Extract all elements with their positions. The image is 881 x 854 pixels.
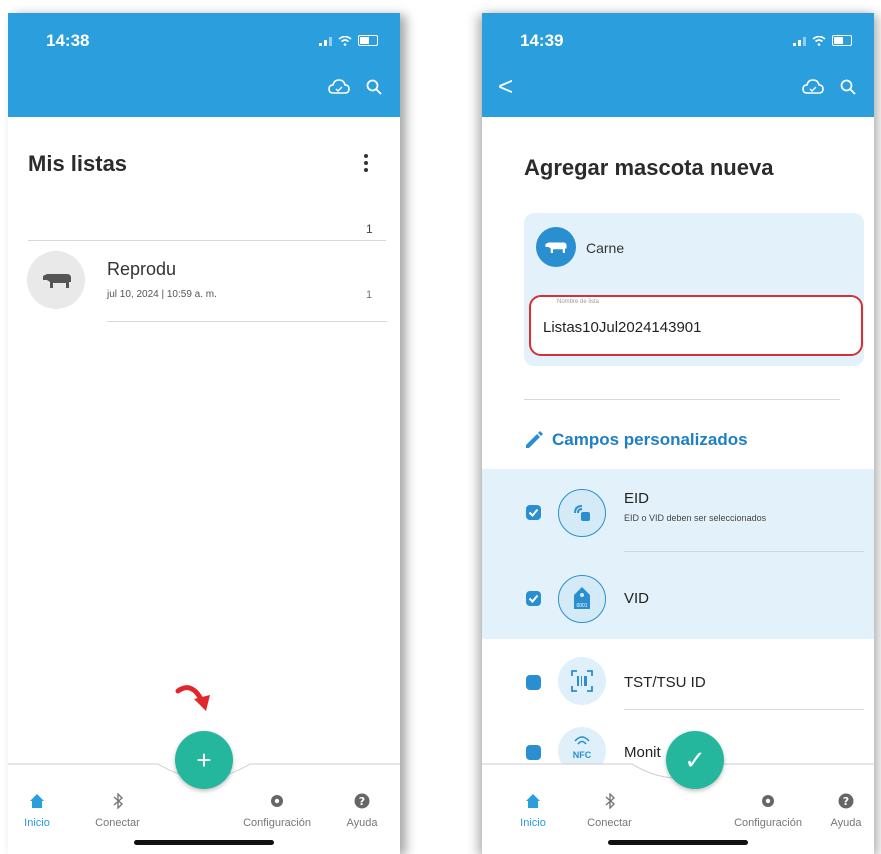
nav-configuracion[interactable]: Configuración bbox=[237, 793, 317, 829]
species-label: Carne bbox=[586, 240, 625, 256]
home-indicator bbox=[134, 840, 274, 845]
search-icon[interactable] bbox=[366, 79, 382, 95]
divider bbox=[107, 321, 387, 322]
checkbox-tst[interactable] bbox=[526, 675, 541, 690]
back-button[interactable]: < bbox=[498, 73, 513, 99]
barcode-icon bbox=[558, 657, 606, 705]
nav-label: Ayuda bbox=[830, 817, 862, 829]
gear-icon bbox=[762, 795, 774, 807]
cow-icon bbox=[43, 274, 71, 288]
nav-label: Ayuda bbox=[346, 817, 378, 829]
phone-agregar-mascota: 14:39 < Agregar mascota nueva Carne Nomb… bbox=[482, 13, 874, 854]
nav-label: Configuración bbox=[734, 817, 802, 829]
list-item[interactable]: Reprodu jul 10, 2024 | 10:59 a. m. 1 bbox=[8, 243, 400, 323]
cow-avatar bbox=[27, 251, 85, 309]
home-indicator bbox=[608, 840, 748, 845]
nav-ayuda[interactable]: ? Ayuda bbox=[342, 793, 382, 829]
cow-icon bbox=[545, 242, 567, 253]
list-total-count: 1 bbox=[366, 222, 373, 236]
page-title: Mis listas bbox=[28, 151, 128, 176]
list-item-count: 1 bbox=[366, 289, 373, 301]
row-label: TST/TSU ID bbox=[624, 674, 706, 691]
svg-text:?: ? bbox=[359, 795, 365, 808]
divider bbox=[524, 399, 840, 400]
top-actions bbox=[802, 79, 856, 95]
nav-label: Inicio bbox=[24, 817, 50, 829]
battery-icon bbox=[358, 35, 378, 46]
divider bbox=[624, 709, 864, 710]
row-label: VID bbox=[624, 590, 650, 607]
nav-configuracion[interactable]: Configuración bbox=[728, 793, 808, 829]
nav-ayuda[interactable]: ? Ayuda bbox=[826, 793, 866, 829]
vid-tag-icon: 0001 bbox=[558, 575, 606, 623]
nav-label: Inicio bbox=[520, 817, 546, 829]
status-icons bbox=[793, 35, 852, 46]
divider bbox=[624, 551, 864, 552]
battery-icon bbox=[832, 35, 852, 46]
search-icon[interactable] bbox=[840, 79, 856, 95]
nav-conectar[interactable]: Conectar bbox=[90, 793, 145, 829]
svg-text:?: ? bbox=[843, 795, 849, 808]
home-icon bbox=[526, 794, 540, 808]
more-options-icon[interactable] bbox=[364, 154, 368, 172]
wifi-icon bbox=[338, 35, 352, 46]
cloud-sync-icon[interactable] bbox=[328, 79, 350, 95]
list-item-name: Reprodu bbox=[107, 259, 177, 279]
pencil-icon bbox=[526, 431, 543, 448]
add-list-fab[interactable]: + bbox=[175, 731, 233, 789]
field-row-vid[interactable]: 0001 VID bbox=[482, 553, 874, 639]
section-title: Campos personalizados bbox=[552, 430, 748, 449]
row-label: EID bbox=[624, 490, 650, 507]
status-icons bbox=[319, 35, 378, 46]
status-time: 14:39 bbox=[520, 31, 564, 50]
checkbox-vid[interactable] bbox=[526, 591, 541, 606]
gear-icon bbox=[271, 795, 283, 807]
wifi-icon bbox=[812, 35, 826, 46]
signal-icon bbox=[793, 36, 806, 46]
row-sublabel: EID o VID deben ser seleccionados bbox=[624, 513, 767, 523]
help-icon: ? bbox=[838, 793, 854, 809]
bluetooth-icon bbox=[605, 793, 615, 809]
nav-label: Conectar bbox=[587, 817, 632, 829]
help-icon: ? bbox=[354, 793, 370, 809]
nav-conectar[interactable]: Conectar bbox=[582, 793, 637, 829]
nav-label: Configuración bbox=[243, 817, 311, 829]
nav-inicio[interactable]: Inicio bbox=[22, 793, 52, 829]
field-label: Nombre de lista bbox=[557, 299, 600, 305]
top-actions bbox=[328, 79, 382, 95]
species-avatar bbox=[536, 227, 576, 267]
vid-badge-text: 0001 bbox=[576, 603, 588, 609]
phone-mis-listas: 14:38 Mis listas 1 Reprodu jul 10, 2024 … bbox=[8, 13, 400, 854]
divider bbox=[28, 240, 386, 241]
signal-icon bbox=[319, 36, 332, 46]
page-title: Agregar mascota nueva bbox=[524, 155, 774, 180]
list-name-field[interactable]: Nombre de lista Listas10Jul2024143901 bbox=[529, 295, 863, 356]
field-row-tst[interactable]: TST/TSU ID bbox=[482, 639, 874, 723]
list-item-date: jul 10, 2024 | 10:59 a. m. bbox=[107, 289, 217, 300]
cloud-sync-icon[interactable] bbox=[802, 79, 824, 95]
app-bar: 14:38 bbox=[8, 13, 400, 117]
nav-label: Conectar bbox=[95, 817, 140, 829]
home-icon bbox=[30, 794, 44, 808]
bluetooth-icon bbox=[113, 793, 123, 809]
field-row-eid[interactable]: EID EID o VID deben ser seleccionados bbox=[482, 469, 874, 552]
app-bar: 14:39 < bbox=[482, 13, 874, 117]
confirm-fab[interactable]: ✓ bbox=[666, 731, 724, 789]
field-value: Listas10Jul2024143901 bbox=[543, 319, 702, 336]
nav-inicio[interactable]: Inicio bbox=[518, 793, 548, 829]
eid-tag-icon bbox=[558, 489, 606, 537]
checkbox-eid[interactable] bbox=[526, 505, 541, 520]
status-time: 14:38 bbox=[46, 31, 90, 50]
red-arrow-icon bbox=[175, 685, 210, 711]
